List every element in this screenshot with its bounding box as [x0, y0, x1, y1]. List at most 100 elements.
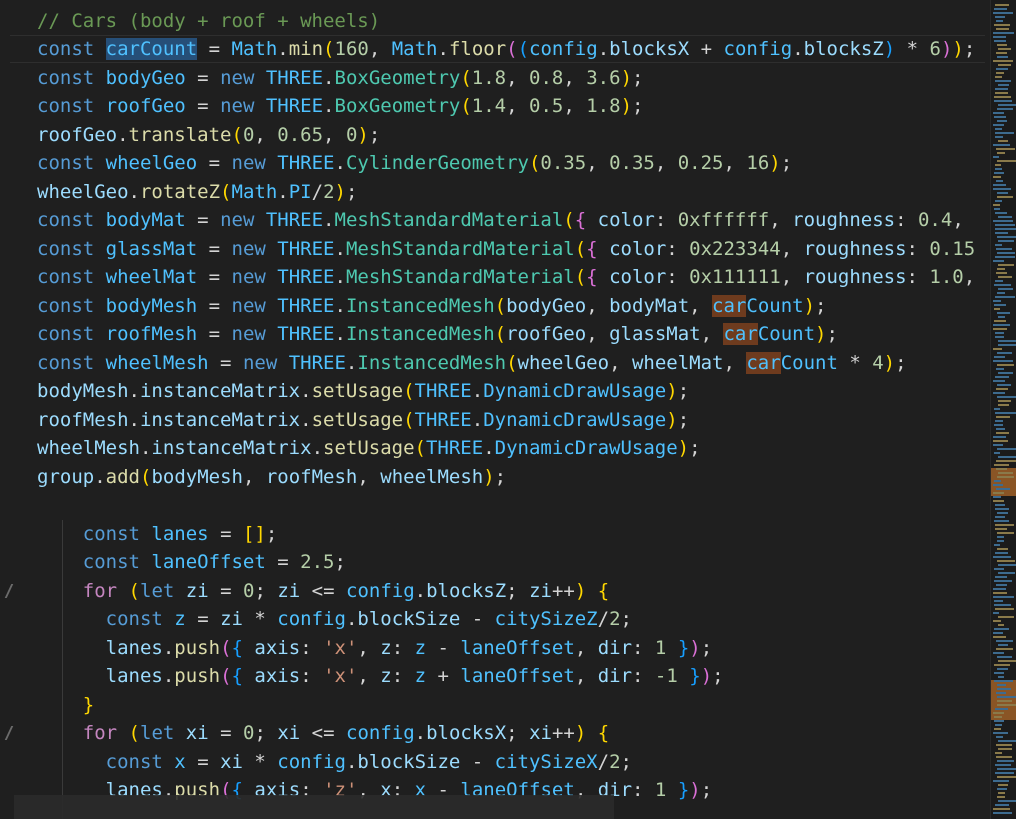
minimap-code-stroke	[996, 432, 1009, 434]
minimap-code-stroke	[995, 132, 1014, 134]
minimap-code-stroke	[996, 148, 1015, 150]
minimap-code-stroke	[993, 324, 1010, 326]
minimap-code-stroke	[997, 252, 1015, 254]
minimap-code-stroke	[993, 204, 1000, 206]
minimap-code-stroke	[995, 92, 1008, 94]
minimap-code-stroke	[994, 452, 1000, 454]
minimap-code-stroke	[994, 116, 1006, 118]
code-line: }	[82, 694, 95, 716]
minimap-code-stroke	[995, 80, 1011, 82]
minimap-code-stroke	[993, 484, 1003, 486]
code-line: // Cars (body + roof + wheels)	[37, 10, 381, 32]
minimap-code-stroke	[998, 748, 1012, 750]
minimap-code-stroke	[993, 380, 1005, 382]
minimap-code-stroke	[997, 560, 1015, 562]
minimap-code-stroke	[993, 732, 1008, 734]
minimap-code-stroke	[995, 764, 1011, 766]
code-line: lanes.push({ axis: 'x', z: z + laneOffse…	[105, 665, 724, 687]
code-line: for (let zi = 0; zi <= config.blocksZ; z…	[82, 580, 610, 602]
minimap-code-stroke	[996, 68, 1008, 70]
minimap-code-stroke	[994, 284, 1011, 286]
minimap-code-stroke	[993, 592, 1007, 594]
minimap-code-stroke	[998, 104, 1016, 106]
minimap-code-stroke	[997, 44, 1007, 46]
minimap-code-stroke	[998, 456, 1016, 458]
minimap-code-stroke	[994, 172, 1004, 174]
minimap-code-stroke	[996, 756, 1012, 758]
minimap-code-stroke	[994, 716, 1002, 718]
code-line: const carCount = Math.min(160, Math.floo…	[37, 38, 976, 60]
minimap-code-stroke	[993, 596, 1014, 598]
minimap-code-stroke	[993, 184, 1006, 186]
minimap-code-stroke	[995, 228, 1016, 230]
code-line: const wheelGeo = new THREE.CylinderGeome…	[37, 152, 793, 174]
minimap-code-stroke	[993, 612, 999, 614]
minimap-code-stroke	[996, 584, 1007, 586]
minimap-code-stroke	[995, 524, 1014, 526]
minimap[interactable]	[990, 0, 1016, 819]
minimap-code-stroke	[998, 264, 1014, 266]
minimap-code-stroke	[994, 580, 1012, 582]
minimap-code-stroke	[994, 464, 1009, 466]
minimap-code-stroke	[994, 628, 1009, 630]
minimap-code-stroke	[997, 268, 1005, 270]
code-line: for (let xi = 0; xi <= config.blocksX; x…	[82, 722, 610, 744]
minimap-code-stroke	[995, 128, 1002, 130]
minimap-code-stroke	[993, 32, 1014, 34]
minimap-code-stroke	[995, 16, 1005, 18]
minimap-code-stroke	[998, 340, 1016, 342]
minimap-code-stroke	[996, 20, 1003, 22]
minimap-code-stroke	[993, 500, 1004, 502]
minimap-code-stroke	[994, 96, 1011, 98]
minimap-code-stroke	[997, 656, 1012, 658]
minimap-code-stroke	[997, 776, 1016, 778]
fold-marker-icon[interactable]	[0, 726, 14, 740]
code-editor[interactable]: // Cars (body + roof + wheels) const car…	[0, 0, 1016, 819]
minimap-code-stroke	[993, 144, 1010, 146]
minimap-code-stroke	[995, 280, 1003, 282]
code-line: const laneOffset = 2.5;	[82, 551, 346, 573]
minimap-code-stroke	[995, 412, 1016, 414]
minimap-code-stroke	[995, 76, 1002, 78]
code-line: const roofMesh = new THREE.InstancedMesh…	[37, 323, 838, 345]
minimap-code-stroke	[998, 644, 1008, 646]
minimap-code-stroke	[995, 4, 1009, 6]
minimap-code-stroke	[997, 160, 1016, 162]
horizontal-scrollbar[interactable]	[14, 795, 614, 819]
minimap-code-stroke	[995, 708, 1008, 710]
minimap-code-stroke	[998, 572, 1015, 574]
minimap-code-stroke	[997, 548, 1008, 550]
minimap-code-stroke	[997, 684, 1006, 686]
minimap-code-stroke	[998, 240, 1014, 242]
minimap-code-stroke	[993, 808, 1010, 810]
minimap-code-stroke	[993, 124, 1004, 126]
minimap-code-stroke	[995, 552, 1008, 554]
minimap-code-stroke	[995, 296, 1015, 298]
minimap-code-stroke	[993, 392, 1005, 394]
minimap-code-stroke	[995, 336, 1004, 338]
minimap-code-stroke	[996, 744, 1012, 746]
minimap-code-stroke	[994, 356, 1005, 358]
fold-marker-icon[interactable]	[0, 584, 14, 598]
minimap-code-stroke	[998, 400, 1011, 402]
minimap-code-stroke	[998, 140, 1008, 142]
minimap-code-stroke	[997, 768, 1016, 770]
minimap-code-stroke	[998, 288, 1013, 290]
minimap-code-stroke	[997, 364, 1014, 366]
code-area[interactable]: // Cars (body + roof + wheels) const car…	[0, 0, 990, 819]
minimap-code-stroke	[995, 608, 1014, 610]
minimap-code-stroke	[995, 168, 1002, 170]
code-line: const roofGeo = new THREE.BoxGeometry(1.…	[37, 95, 644, 117]
minimap-code-stroke	[997, 312, 1010, 314]
minimap-code-stroke	[995, 804, 1009, 806]
minimap-code-stroke	[995, 752, 1002, 754]
minimap-code-stroke	[997, 540, 1004, 542]
minimap-code-stroke	[996, 460, 1016, 462]
code-line: roofMesh.instanceMatrix.setUsage(THREE.D…	[37, 409, 690, 431]
minimap-code-stroke	[993, 812, 1012, 814]
minimap-code-stroke	[995, 200, 1002, 202]
code-line: const lanes = [];	[82, 523, 278, 545]
minimap-code-stroke	[997, 532, 1014, 534]
minimap-code-stroke	[997, 688, 1011, 690]
minimap-code-stroke	[994, 100, 1012, 102]
